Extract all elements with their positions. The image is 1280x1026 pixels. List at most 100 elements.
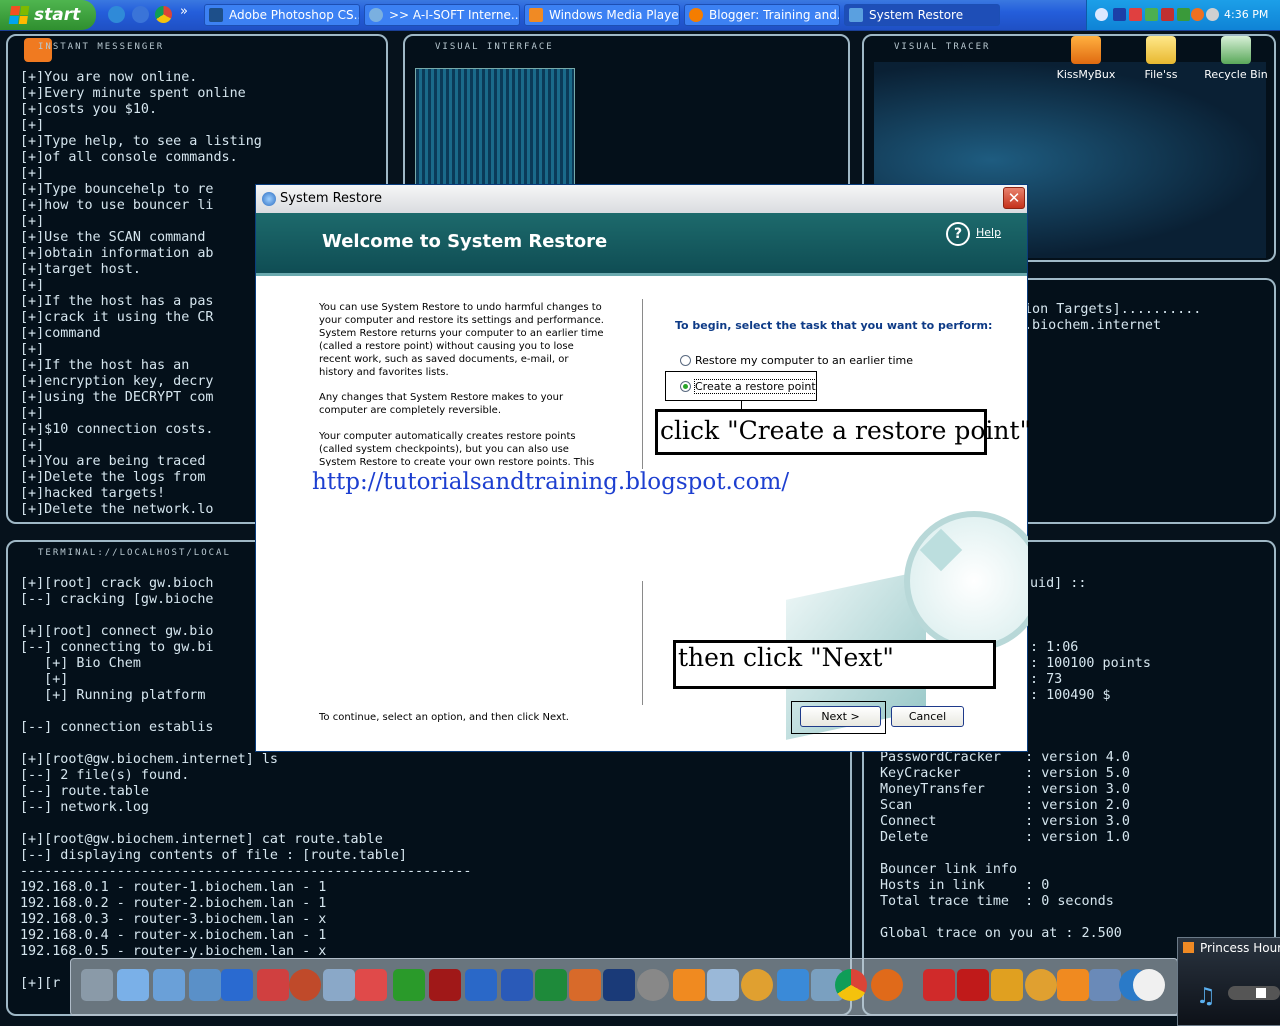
desktop-icon-recycle-bin[interactable]: Recycle Bin (1201, 36, 1271, 81)
browser-quicklaunch-icon[interactable] (132, 6, 149, 23)
taskbar: start » Adobe Photoshop CS... >> A-I-SOF… (0, 0, 1280, 31)
start-button[interactable]: start (0, 0, 96, 30)
highlight-box (665, 371, 817, 401)
dollar-icon[interactable] (393, 969, 425, 1001)
seek-bar[interactable] (1228, 986, 1280, 1000)
task-prompt: To begin, select the task that you want … (675, 319, 993, 332)
radio-label: Restore my computer to an earlier time (695, 354, 914, 367)
divider (642, 299, 643, 469)
windows-logo-icon (8, 6, 30, 24)
panel-title: VISUAL TRACER (894, 42, 991, 52)
play-icon[interactable] (1183, 942, 1194, 953)
film-reel-icon[interactable] (637, 969, 669, 1001)
app-icon[interactable] (1191, 8, 1204, 21)
back-icon[interactable] (1095, 8, 1108, 21)
task-label: System Restore (869, 8, 964, 22)
intro-paragraph: You can use System Restore to undo harmf… (319, 302, 604, 378)
runner-icon[interactable] (221, 969, 253, 1001)
radio-indicator[interactable] (680, 355, 691, 366)
clock: 4:36 PM (1224, 8, 1269, 21)
folder-icon[interactable] (153, 969, 185, 1001)
keys-icon[interactable] (991, 969, 1023, 1001)
firefox-icon[interactable] (871, 969, 903, 1001)
dock-bar (70, 958, 1178, 1016)
system-tray: 4:36 PM (1086, 0, 1280, 30)
stats-output: uid] :: : 1:06 : 100100 points : 73 : 10… (1030, 576, 1151, 703)
help-icon[interactable]: ? (946, 222, 970, 246)
desktop-icon-label: KissMyBux (1056, 68, 1116, 81)
disc-icon[interactable] (429, 969, 461, 1001)
folder-icon (1146, 36, 1176, 64)
task-media-player[interactable]: Windows Media Player (524, 4, 680, 26)
game-icon[interactable] (257, 969, 289, 1001)
timer-icon[interactable] (1206, 8, 1219, 21)
angry-bird-icon[interactable] (289, 969, 321, 1001)
chrome-icon[interactable] (835, 969, 867, 1001)
system-restore-icon (262, 192, 276, 206)
photoshop-icon[interactable] (603, 969, 635, 1001)
messenger-log: [+]You are now online. [+]Every minute s… (20, 70, 262, 517)
panel-title: VISUAL INTERFACE (435, 42, 554, 52)
stop-icon[interactable] (1256, 988, 1266, 998)
task-internet[interactable]: >> A-I-SOFT Interne... (364, 4, 520, 26)
restore-earlier-radio[interactable]: Restore my computer to an earlier time (680, 354, 913, 367)
folder-icon[interactable] (189, 969, 221, 1001)
now-playing-title: Princess Hour (1200, 941, 1280, 955)
media-widget: Princess Hour ♫ (1177, 937, 1280, 1026)
panel-title: INSTANT MESSENGER (38, 42, 165, 52)
help-link[interactable]: Help (976, 226, 1001, 239)
blogger-icon (689, 8, 703, 22)
kissmybux-icon (1071, 36, 1101, 64)
reversible-paragraph: Any changes that System Restore makes to… (319, 392, 564, 416)
network-icon[interactable] (707, 969, 739, 1001)
task-label: Adobe Photoshop CS... (229, 8, 360, 22)
task-photoshop[interactable]: Adobe Photoshop CS... (204, 4, 360, 26)
tracer-log: ion Targets].......... .biochem.internet (1024, 302, 1202, 333)
tools-icon[interactable] (81, 969, 113, 1001)
create-restore-point-callout: click "Create a restore point" (655, 409, 1031, 455)
desktop-icon-kissmybux[interactable]: KissMyBux (1051, 36, 1121, 81)
next-button[interactable]: Next > (800, 706, 881, 727)
computer-icon[interactable] (323, 969, 355, 1001)
folder-icon[interactable] (117, 969, 149, 1001)
globe-icon (369, 8, 383, 22)
m-icon[interactable] (1113, 8, 1126, 21)
recycle-bin-icon (1221, 36, 1251, 64)
gauge-icon[interactable] (1133, 969, 1165, 1001)
continue-instruction: To continue, select an option, and then … (319, 712, 569, 723)
ie-icon[interactable] (777, 969, 809, 1001)
app-icon[interactable] (465, 969, 497, 1001)
magnifier-icon[interactable] (1025, 969, 1057, 1001)
close-button[interactable]: ✕ (1003, 187, 1025, 209)
malwarebytes-icon[interactable] (957, 969, 989, 1001)
ie-quicklaunch-icon[interactable] (108, 6, 125, 23)
computer-icon[interactable] (1089, 969, 1121, 1001)
shield-icon[interactable] (923, 969, 955, 1001)
chrome-quicklaunch-icon[interactable] (155, 6, 172, 23)
word-icon[interactable] (501, 969, 533, 1001)
xampp-icon[interactable] (1057, 969, 1089, 1001)
quicklaunch-overflow-icon[interactable]: » (180, 4, 188, 19)
checkpoint-paragraph: Your computer automatically creates rest… (319, 431, 595, 466)
start-label: start (34, 5, 81, 25)
desktop-icon-label: Recycle Bin (1204, 68, 1268, 81)
powerpoint-icon[interactable] (569, 969, 601, 1001)
excel-icon[interactable] (535, 969, 567, 1001)
media-icon[interactable] (741, 969, 773, 1001)
dialog-titlebar[interactable]: System Restore ✕ (256, 185, 1027, 214)
desktop-icon-label: File'ss (1144, 68, 1178, 81)
shield-icon[interactable] (1129, 8, 1142, 21)
smart-icon[interactable] (355, 969, 387, 1001)
dialog-title: System Restore (280, 191, 382, 206)
vlc-icon[interactable] (673, 969, 705, 1001)
task-system-restore[interactable]: System Restore (844, 4, 1000, 26)
update-icon[interactable] (1177, 8, 1190, 21)
photoshop-icon (209, 8, 223, 22)
dialog-header: Welcome to System Restore ? Help (256, 213, 1027, 276)
desktop-icon-files[interactable]: File'ss (1126, 36, 1196, 81)
antivirus-icon[interactable] (1161, 8, 1174, 21)
cancel-button[interactable]: Cancel (891, 706, 964, 727)
task-blogger[interactable]: Blogger: Training and... (684, 4, 840, 26)
network-icon[interactable] (1145, 8, 1158, 21)
music-note-icon[interactable]: ♫ (1196, 984, 1216, 1009)
